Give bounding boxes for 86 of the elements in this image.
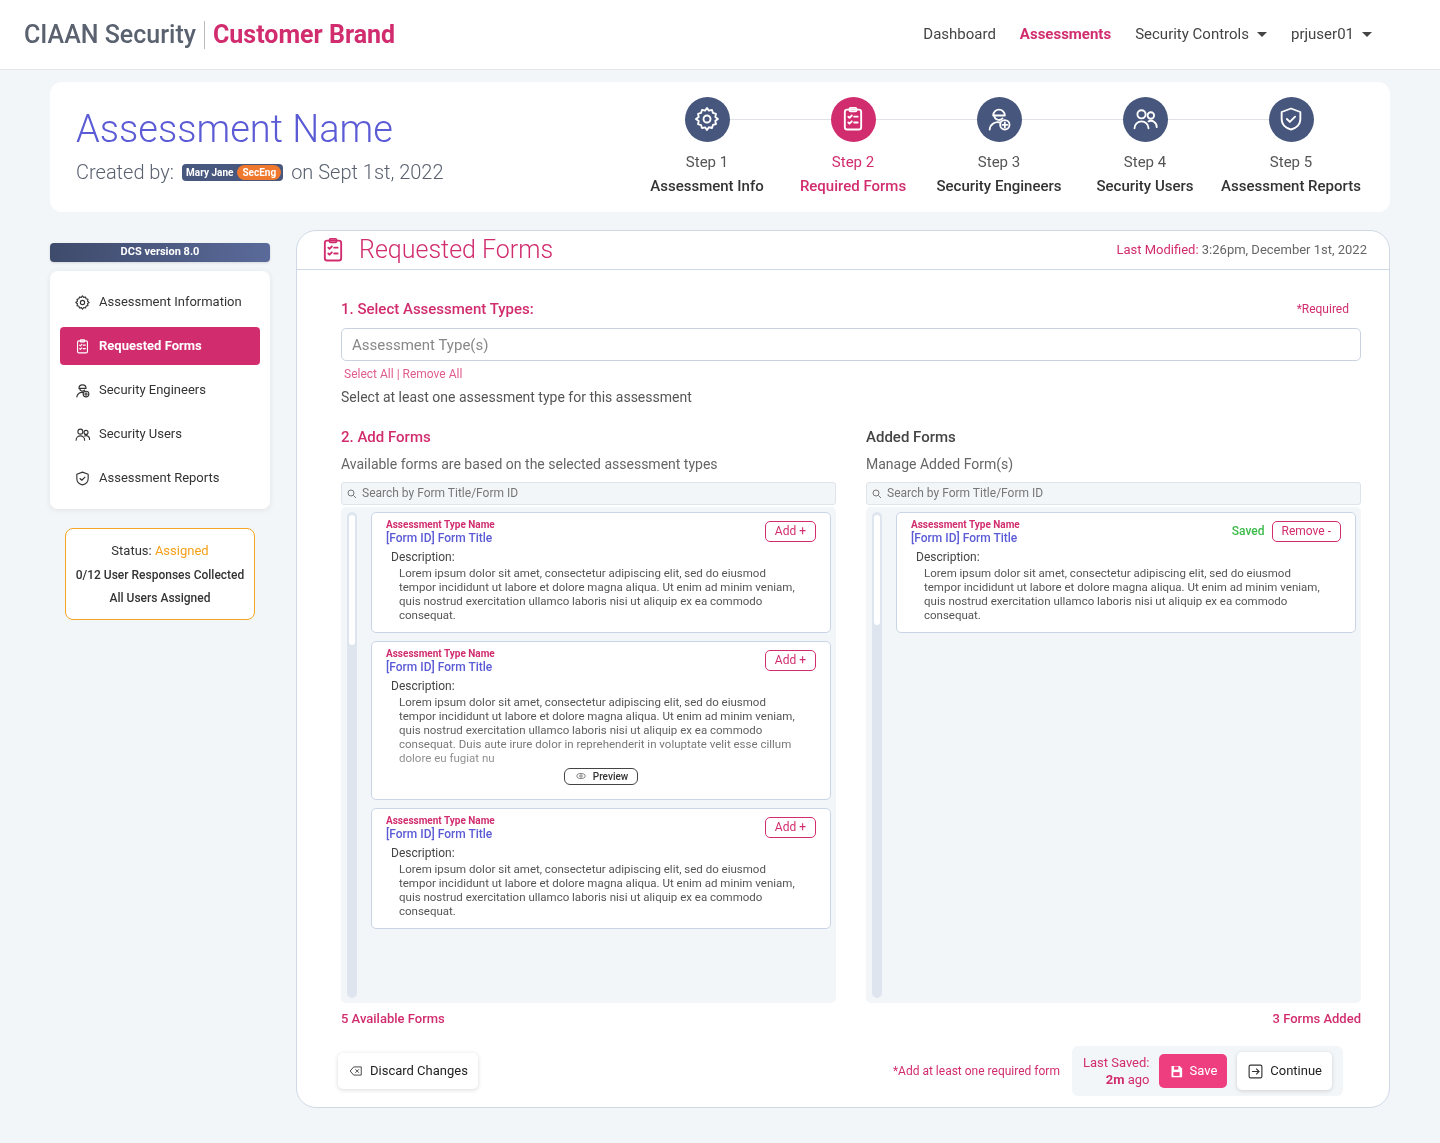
description-label: Description: <box>916 548 981 566</box>
description-text: Lorem ipsum dolor sit amet, consectetur adipiscing elit, sed do eiusmod tempor incididunt ut labore et dolore magna aliqua. Ut enim ad minim veniam, quis nostrud exercitation ullamco laboris nisi ut aliquip ex ea commodo consequat. Duis aute irure dolor in reprehenderit in voluptate velit esse cillum dolore eu fugiat nu <box>399 694 796 765</box>
assessment-type-field[interactable]: Assessment Type(s) <box>341 328 1361 361</box>
last-modified-label: Last Modified: <box>1116 242 1200 257</box>
brand-name: CIAAN Security <box>24 20 205 49</box>
version-bar: DCS version 8.0 <box>50 243 270 262</box>
description-label: Description: <box>391 548 456 566</box>
discard-button[interactable]: Discard Changes <box>338 1053 478 1089</box>
backspace-icon <box>348 1064 364 1078</box>
user-badge: Mary Jane SecEng <box>182 163 284 181</box>
shield-check-icon <box>74 469 91 487</box>
sidebar-item[interactable]: Assessment Reports <box>60 459 260 497</box>
add-button[interactable]: Remove - <box>1271 520 1341 542</box>
caret-icon <box>1362 32 1372 37</box>
assessment-title: Assessment Name <box>76 107 394 151</box>
description-text: Lorem ipsum dolor sit amet, consectetur adipiscing elit, sed do eiusmod tempor incididunt ut labore et dolore magna aliqua. Ut enim ad minim veniam, quis nostrud exercitation ullamco laboris nisi ut aliquip ex ea commodo consequat. <box>399 565 796 622</box>
step[interactable]: Step 1 Assessment Info <box>634 96 780 198</box>
assessment-type-name: Assessment Type Name <box>911 518 1020 531</box>
separator: | <box>396 366 400 383</box>
required-note: *Required <box>1296 300 1349 318</box>
description-label: Description: <box>391 677 456 695</box>
column-subtitle: Available forms are based on the selected assessment types <box>341 454 719 474</box>
status-line: All Users Assigned <box>109 589 211 607</box>
hint-text: Select at least one assessment type for this assessment <box>341 388 693 407</box>
step[interactable]: Step 4 Security Users <box>1072 96 1218 198</box>
description-label: Description: <box>391 844 456 862</box>
status-value: Assigned <box>154 543 209 558</box>
sidebar-item[interactable]: Security Engineers <box>60 371 260 409</box>
nav-link[interactable]: Dashboard <box>923 23 996 46</box>
step[interactable]: Step 5 Assessment Reports <box>1218 96 1364 198</box>
assessment-type-name: Assessment Type Name <box>386 647 495 660</box>
caret-icon <box>1257 32 1267 37</box>
column-heading: Added Forms <box>866 427 957 448</box>
continue-button[interactable]: Continue <box>1237 1052 1332 1090</box>
preview-button[interactable]: Preview <box>563 767 639 785</box>
last-saved-value: 2m ago <box>1105 1071 1150 1088</box>
step[interactable]: Step 3 Security Engineers <box>926 96 1072 198</box>
saved-label: Saved <box>1231 523 1265 540</box>
save-icon <box>1169 1063 1185 1079</box>
select-all-link[interactable]: Select All <box>344 365 394 383</box>
step[interactable]: Step 2 Required Forms <box>780 96 926 198</box>
assessment-type-name: Assessment Type Name <box>386 518 495 531</box>
description-text: Lorem ipsum dolor sit amet, consectetur adipiscing elit, sed do eiusmod tempor incididunt ut labore et dolore magna aliqua. Ut enim ad minim veniam, quis nostrud exercitation ullamco laboris nisi ut aliquip ex ea commodo consequat. <box>399 861 796 918</box>
scrollbar[interactable] <box>872 511 882 998</box>
assessment-type-name: Assessment Type Name <box>386 814 495 827</box>
form-count: 3 Forms Added <box>1272 1009 1361 1028</box>
form-count: 5 Available Forms <box>341 1009 446 1028</box>
add-button[interactable]: Add + <box>764 520 816 542</box>
created-date: on Sept 1st, 2022 <box>291 159 444 186</box>
nav-link[interactable]: Assessments <box>1019 23 1112 46</box>
last-saved-label: Last Saved: <box>1082 1054 1150 1071</box>
search-field[interactable]: Search by Form Title/Form ID <box>866 481 1361 505</box>
form-title: [Form ID] Form Title <box>386 659 494 675</box>
nav-link[interactable]: Security Controls <box>1135 23 1267 46</box>
scrollbar[interactable] <box>347 511 357 998</box>
status-line: 0/12 User Responses Collected <box>75 566 245 584</box>
panel-title: Requested Forms <box>359 234 554 266</box>
sidebar-item[interactable]: Security Users <box>60 415 260 453</box>
column-subtitle: Manage Added Form(s) <box>866 454 1015 475</box>
role-badge: SecEng <box>237 164 282 180</box>
add-button[interactable]: Add + <box>764 649 816 671</box>
search-icon <box>346 487 358 500</box>
remove-all-link[interactable]: Remove All <box>402 365 463 383</box>
form-title: [Form ID] Form Title <box>911 530 1019 546</box>
gear-icon <box>74 293 91 311</box>
search-field[interactable]: Search by Form Title/Form ID <box>341 481 836 505</box>
column-heading: 2. Add Forms <box>341 427 432 448</box>
last-modified-value: 3:26pm, December 1st, 2022 <box>1201 242 1367 257</box>
required-form-note: *Add at least one required form <box>892 1063 1060 1080</box>
description-text: Lorem ipsum dolor sit amet, consectetur adipiscing elit, sed do eiusmod tempor incididunt ut labore et dolore magna aliqua. Ut enim ad minim veniam, quis nostrud exercitation ullamco laboris nisi ut aliquip ex ea commodo consequat. <box>924 565 1321 622</box>
eye-icon <box>573 771 588 781</box>
form-title: [Form ID] Form Title <box>386 530 494 546</box>
customer-brand: Customer Brand <box>212 20 396 49</box>
sidebar-item[interactable]: Assessment Information <box>60 283 260 321</box>
save-button[interactable]: Save <box>1159 1054 1228 1088</box>
created-by-label: Created by: <box>76 159 175 186</box>
status-label: Status: <box>111 543 153 558</box>
add-button[interactable]: Add + <box>764 816 816 838</box>
clipboard-icon <box>74 337 91 355</box>
section-heading: 1. Select Assessment Types: <box>341 298 534 320</box>
sidebar-item[interactable]: Requested Forms <box>60 327 260 365</box>
search-icon <box>871 487 883 500</box>
nav-link[interactable]: prjuser01 <box>1291 23 1372 46</box>
person-plus-icon <box>74 381 91 399</box>
form-title: [Form ID] Form Title <box>386 826 494 842</box>
gear-icon <box>693 105 721 133</box>
